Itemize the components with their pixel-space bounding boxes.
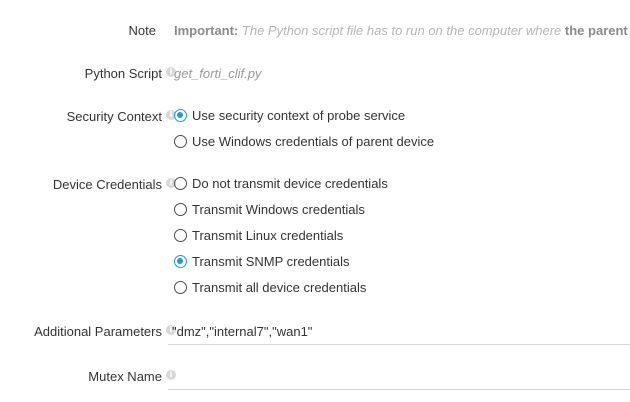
radio-button[interactable] [174,281,187,295]
python-script-value: get_forti_clif.py [174,66,262,81]
device-credentials-option-none[interactable]: Do not transmit device credentials [174,175,388,193]
radio-button[interactable] [174,229,187,243]
radio-label: Transmit SNMP credentials [192,254,350,269]
mutex-name-input[interactable] [168,364,630,390]
radio-button[interactable] [174,203,187,217]
additional-parameters-label: Additional Parameters [34,324,162,339]
radio-button-checked[interactable] [174,109,187,123]
radio-button[interactable] [174,177,187,191]
radio-button[interactable] [174,135,187,149]
note-text: Important: The Python script file has to… [174,23,630,39]
device-credentials-label: Device Credentials [52,177,162,192]
additional-parameters-input[interactable] [168,319,630,345]
radio-label: Do not transmit device credentials [192,176,388,191]
device-credentials-option-linux[interactable]: Transmit Linux credentials [174,227,343,245]
python-script-label: Python Script [84,66,162,81]
radio-label: Transmit Linux credentials [192,228,344,243]
device-credentials-option-all[interactable]: Transmit all device credentials [174,279,366,297]
device-credentials-option-windows[interactable]: Transmit Windows credentials [174,201,365,219]
security-context-label: Security Context [66,109,162,124]
radio-button-checked[interactable] [174,255,187,269]
security-context-option-windows[interactable]: Use Windows credentials of parent device [174,133,434,151]
radio-label: Use security context of probe service [192,108,406,123]
radio-label: Transmit Windows credentials [192,202,365,217]
note-label: Note [128,23,156,38]
radio-label: Transmit all device credentials [192,280,367,295]
security-context-option-probe[interactable]: Use security context of probe service [174,107,405,125]
device-credentials-option-snmp[interactable]: Transmit SNMP credentials [174,253,350,271]
radio-label: Use Windows credentials of parent device [192,134,435,149]
note-important-prefix: Important: [174,23,239,38]
mutex-name-label: Mutex Name [88,369,162,384]
note-bold-text: the parent pro [564,23,630,38]
note-body-text: The Python script file has to run on the… [238,23,565,38]
